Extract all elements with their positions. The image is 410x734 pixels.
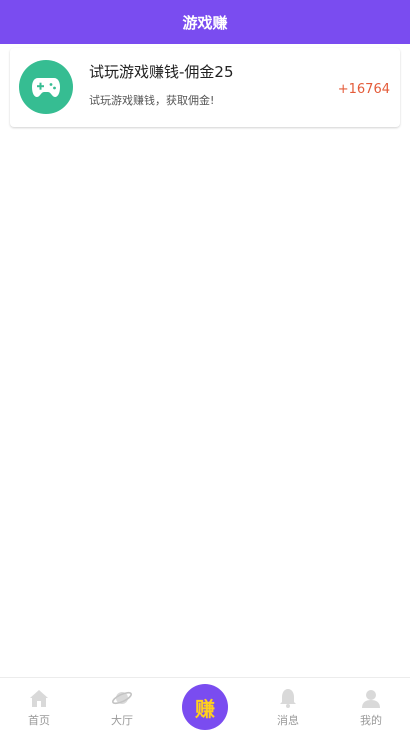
gamepad-icon [19, 60, 73, 114]
task-title: 试玩游戏赚钱-佣金25 [89, 63, 234, 81]
tab-messages-label: 消息 [277, 714, 299, 727]
bottom-tabbar: 首页 大厅 赚 消息 我的 [0, 677, 410, 733]
tab-hall[interactable]: 大厅 [92, 678, 152, 734]
page-title: 游戏赚 [182, 13, 228, 32]
bell-icon [280, 689, 296, 708]
task-description: 试玩游戏赚钱，获取佣金! [89, 94, 215, 107]
planet-icon [112, 691, 132, 705]
tab-hall-label: 大厅 [111, 714, 133, 727]
user-icon [362, 690, 380, 708]
task-reward: +16764 [337, 82, 390, 97]
home-icon [30, 690, 48, 707]
app-header: 游戏赚 [0, 0, 410, 44]
task-card[interactable]: 试玩游戏赚钱-佣金25 试玩游戏赚钱，获取佣金! +16764 [10, 48, 400, 127]
tab-home[interactable]: 首页 [9, 678, 69, 734]
tab-profile-label: 我的 [360, 714, 382, 727]
tab-messages[interactable]: 消息 [258, 678, 318, 734]
tab-profile[interactable]: 我的 [341, 678, 401, 734]
earn-button[interactable]: 赚 [182, 684, 228, 730]
tab-home-label: 首页 [28, 714, 50, 727]
earn-button-label: 赚 [195, 696, 215, 721]
